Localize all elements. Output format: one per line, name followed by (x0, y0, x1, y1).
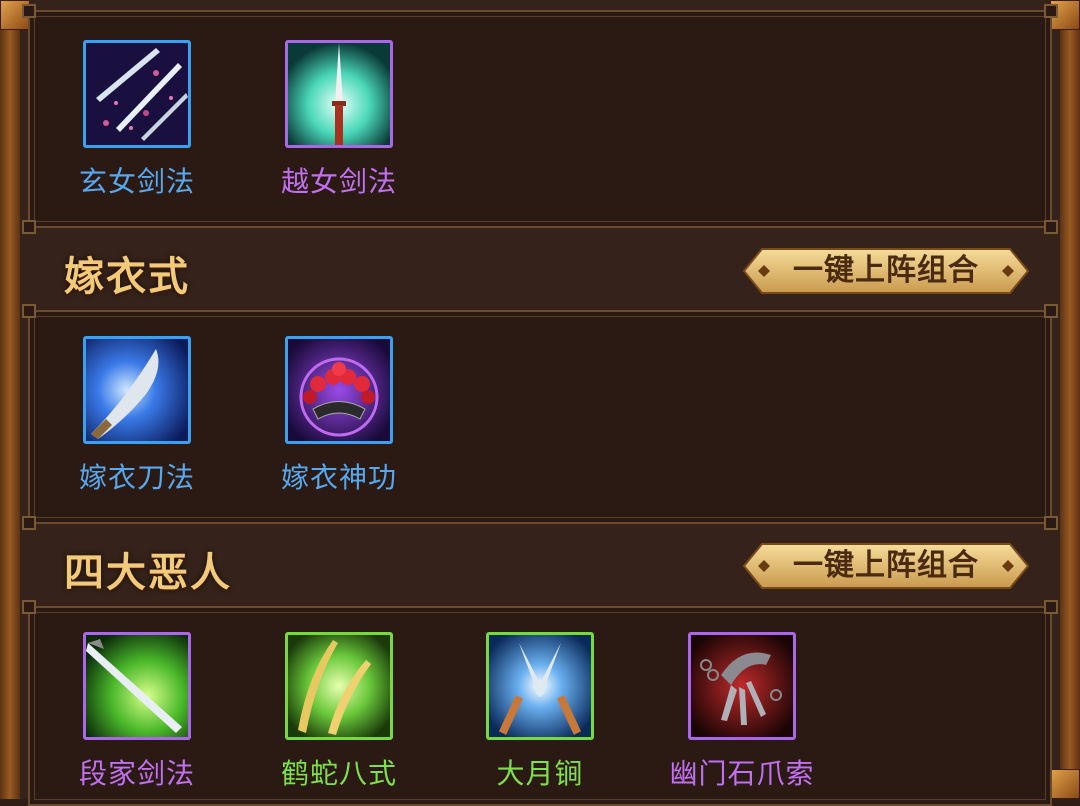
skill-item[interactable]: 嫁衣刀法 (62, 336, 212, 496)
combo-button-label: 一键上阵组合 (793, 253, 979, 288)
one-click-deploy-combo-button[interactable]: 一键上阵组合 (742, 247, 1030, 295)
skill-item[interactable]: 嫁衣神功 (264, 336, 414, 496)
chain-claw-icon[interactable] (688, 632, 796, 740)
sword-radiance-icon[interactable] (285, 40, 393, 148)
twin-golden-blades-icon[interactable] (285, 632, 393, 740)
skill-name: 嫁衣刀法 (78, 461, 195, 494)
skill-name: 嫁衣神功 (280, 461, 397, 494)
twin-blades-petals-icon[interactable] (83, 40, 191, 148)
skill-item[interactable]: 越女剑法 (264, 40, 414, 200)
skill-name: 幽门石爪索 (669, 757, 815, 790)
skill-item[interactable]: 大月锏 (465, 632, 615, 792)
one-click-deploy-combo-button[interactable]: 一键上阵组合 (742, 542, 1030, 590)
skill-item[interactable]: 段家剑法 (62, 632, 212, 792)
skill-name: 大月锏 (496, 757, 584, 790)
curved-saber-icon[interactable] (83, 336, 191, 444)
skill-item[interactable]: 幽门石爪索 (667, 632, 817, 792)
bridal-crown-icon[interactable] (285, 336, 393, 444)
skill-item[interactable]: 玄女剑法 (62, 40, 212, 200)
crossed-shears-icon[interactable] (486, 632, 594, 740)
combo-button-label: 一键上阵组合 (793, 548, 979, 583)
green-sword-slash-icon[interactable] (83, 632, 191, 740)
section-title: 嫁衣式 (64, 253, 190, 300)
skill-item[interactable]: 鹤蛇八式 (264, 632, 414, 792)
skill-name: 玄女剑法 (78, 165, 195, 198)
frame-right-border (1060, 0, 1080, 799)
skill-name: 越女剑法 (280, 165, 397, 198)
skill-name: 鹤蛇八式 (280, 757, 397, 790)
section-title: 四大恶人 (64, 549, 232, 596)
frame-left-border (0, 0, 20, 799)
skill-name: 段家剑法 (78, 757, 195, 790)
frame-corner-bottom-right (1050, 769, 1080, 799)
